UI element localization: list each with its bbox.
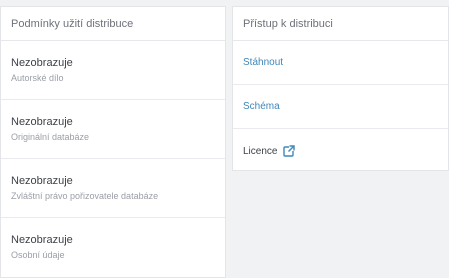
condition-status: Nezobrazuje — [11, 115, 73, 128]
condition-item-author-work: Nezobrazuje Autorské dílo — [1, 41, 225, 100]
schema-link[interactable]: Schéma — [243, 101, 280, 112]
access-panel: Přístup k distribuci Stáhnout Schéma Lic… — [232, 6, 449, 171]
condition-item-personal-data: Nezobrazuje Osobní údaje — [1, 218, 225, 277]
conditions-panel-title: Podmínky užití distribuce — [1, 7, 225, 41]
access-item-schema: Schéma — [233, 85, 448, 129]
condition-item-original-database: Nezobrazuje Originální databáze — [1, 100, 225, 159]
external-link-icon[interactable] — [283, 145, 296, 157]
condition-status: Nezobrazuje — [11, 234, 73, 246]
condition-label: Zvláštní právo pořizovatele databáze — [11, 190, 159, 201]
download-link[interactable]: Stáhnout — [243, 57, 283, 68]
condition-label: Osobní údaje — [11, 250, 65, 260]
license-label: Licence — [243, 145, 278, 157]
condition-status: Nezobrazuje — [11, 56, 73, 69]
access-item-license: Licence — [233, 129, 448, 173]
access-panel-title: Přístup k distribuci — [233, 7, 448, 41]
conditions-panel: Podmínky užití distribuce Nezobrazuje Au… — [0, 6, 226, 278]
access-item-download: Stáhnout — [233, 41, 448, 85]
condition-label: Autorské dílo — [11, 72, 64, 83]
distribution-detail-page: Podmínky užití distribuce Nezobrazuje Au… — [0, 0, 449, 278]
condition-status: Nezobrazuje — [11, 174, 73, 187]
condition-item-database-maker-right: Nezobrazuje Zvláštní právo pořizovatele … — [1, 159, 225, 218]
condition-label: Originální databáze — [11, 131, 90, 142]
